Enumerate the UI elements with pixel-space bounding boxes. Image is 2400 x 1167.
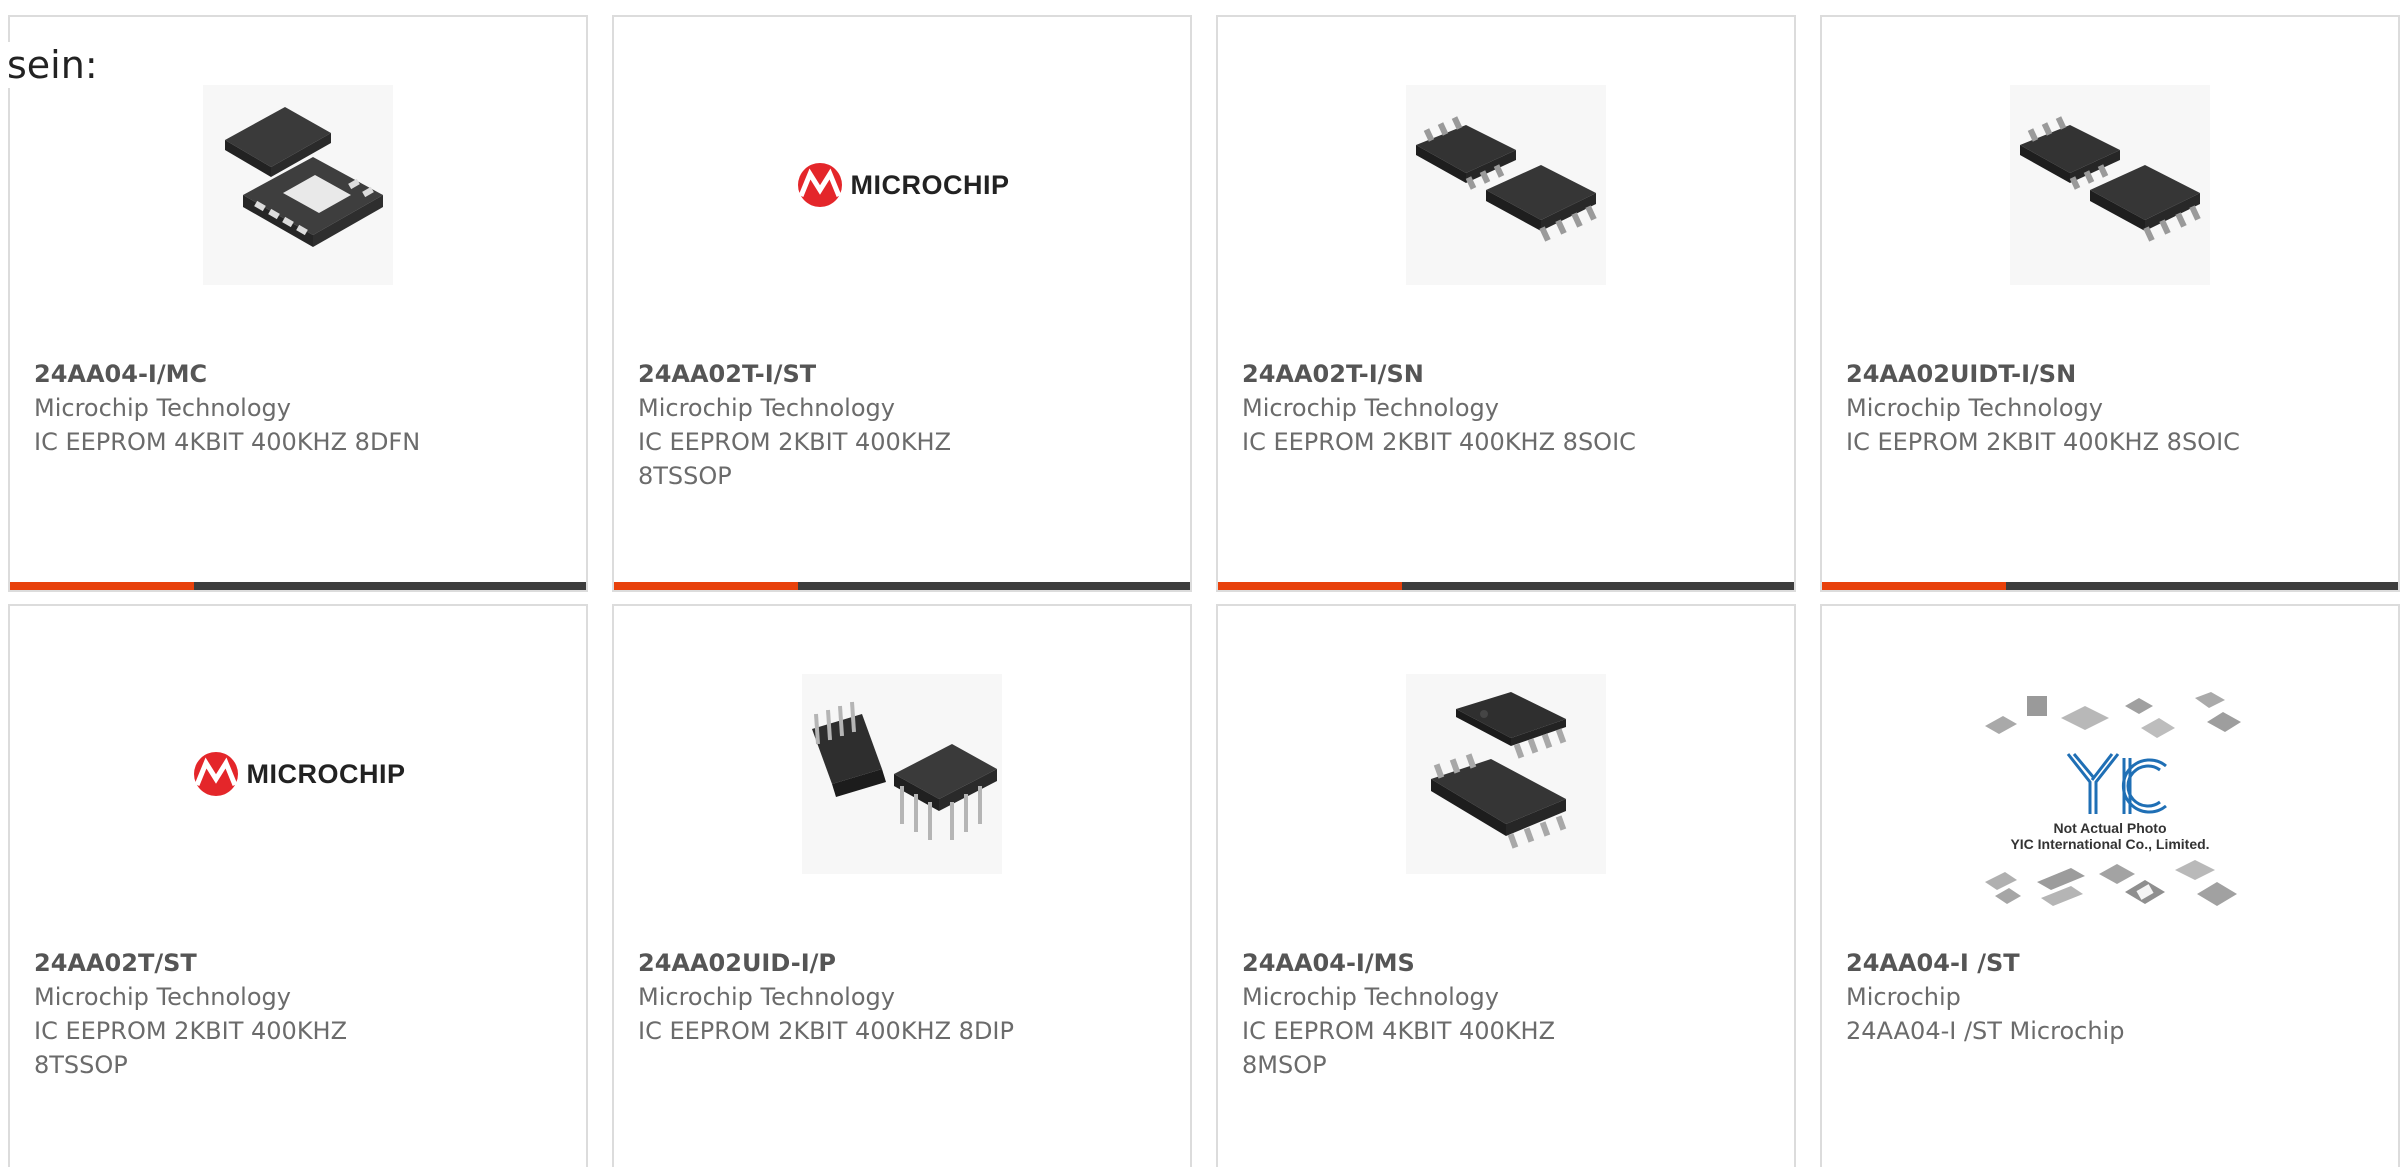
part-number-link[interactable]: 24AA02T/ST (34, 946, 454, 980)
product-image[interactable] (198, 85, 398, 285)
microchip-logo-text: MICROCHIP (850, 169, 1010, 200)
card-bottom-bar (10, 582, 586, 590)
product-description: IC EEPROM 4KBIT 400KHZ 8MSOP (1242, 1017, 1556, 1079)
microchip-logo: MICROCHIP (191, 751, 406, 797)
product-card[interactable]: Not Actual Photo YIC International Co., … (1820, 604, 2400, 1167)
soic-package-icon (2010, 85, 2210, 285)
part-number-link[interactable]: 24AA02T-I/ST (638, 357, 1058, 391)
product-image[interactable] (2010, 85, 2210, 285)
manufacturer-name: Microchip Technology (1846, 394, 2103, 422)
card-accent-bar (1218, 582, 1402, 590)
soic-package-icon (1406, 85, 1606, 285)
card-bottom-bar (614, 582, 1190, 590)
product-info: 24AA04-I/MS Microchip Technology IC EEPR… (1242, 946, 1662, 1082)
microchip-logo-text: MICROCHIP (246, 758, 406, 789)
part-number-link[interactable]: 24AA02UIDT-I/SN (1846, 357, 2266, 391)
manufacturer-name: Microchip Technology (1242, 394, 1499, 422)
product-info: 24AA04-I /ST Microchip 24AA04-I /ST Micr… (1846, 946, 2266, 1048)
card-accent-bar (10, 582, 194, 590)
placeholder-caption-line2: YIC International Co., Limited. (2010, 836, 2210, 852)
product-card[interactable]: 24AA02UIDT-I/SN Microchip Technology IC … (1820, 15, 2400, 592)
product-image[interactable] (1406, 85, 1606, 285)
part-number-link[interactable]: 24AA04-I /ST (1846, 946, 2266, 980)
part-number-link[interactable]: 24AA02UID-I/P (638, 946, 1058, 980)
manufacturer-name: Microchip Technology (34, 394, 291, 422)
microchip-logo: MICROCHIP (795, 162, 1010, 208)
product-description: IC EEPROM 2KBIT 400KHZ 8SOIC (1846, 428, 2240, 456)
component-grid-icon (1985, 860, 2237, 906)
product-description: IC EEPROM 4KBIT 400KHZ 8DFN (34, 428, 421, 456)
dip-package-icon (802, 674, 1002, 874)
component-grid-icon (1985, 692, 2241, 738)
product-image[interactable] (1406, 674, 1606, 874)
product-card[interactable]: MICROCHIP 24AA02T/ST Microchip Technolog… (8, 604, 588, 1167)
manufacturer-name: Microchip Technology (34, 983, 291, 1011)
product-info: 24AA02UIDT-I/SN Microchip Technology IC … (1846, 357, 2266, 459)
product-card[interactable]: 24AA04-I/MC Microchip Technology IC EEPR… (8, 15, 588, 592)
part-number-link[interactable]: 24AA04-I/MC (34, 357, 454, 391)
yic-logo-icon (2066, 753, 2167, 814)
product-info: 24AA02T-I/ST Microchip Technology IC EEP… (638, 357, 1058, 493)
product-info: 24AA04-I/MC Microchip Technology IC EEPR… (34, 357, 454, 459)
card-bottom-bar (1822, 582, 2398, 590)
msop-package-icon (1406, 674, 1606, 874)
manufacturer-name: Microchip (1846, 983, 1961, 1011)
dfn-package-icon (203, 85, 393, 285)
product-image[interactable]: MICROCHIP (792, 85, 1012, 285)
manufacturer-name: Microchip Technology (638, 983, 895, 1011)
manufacturer-name: Microchip Technology (1242, 983, 1499, 1011)
microchip-logo-icon (193, 752, 238, 796)
product-description: IC EEPROM 2KBIT 400KHZ 8TSSOP (638, 428, 952, 490)
product-image[interactable]: MICROCHIP (188, 674, 408, 874)
product-description: IC EEPROM 2KBIT 400KHZ 8TSSOP (34, 1017, 348, 1079)
yic-placeholder-image: Not Actual Photo YIC International Co., … (1975, 688, 2245, 912)
microchip-logo-icon (797, 163, 842, 207)
product-grid: 24AA04-I/MC Microchip Technology IC EEPR… (8, 15, 2400, 1167)
product-description: IC EEPROM 2KBIT 400KHZ 8DIP (638, 1017, 1014, 1045)
product-image[interactable]: Not Actual Photo YIC International Co., … (1975, 670, 2245, 930)
product-description: 24AA04-I /ST Microchip (1846, 1017, 2125, 1045)
part-number-link[interactable]: 24AA04-I/MS (1242, 946, 1662, 980)
product-card[interactable]: 24AA02T-I/SN Microchip Technology IC EEP… (1216, 15, 1796, 592)
part-number-link[interactable]: 24AA02T-I/SN (1242, 357, 1662, 391)
card-bottom-bar (1218, 582, 1794, 590)
product-description: IC EEPROM 2KBIT 400KHZ 8SOIC (1242, 428, 1636, 456)
product-card[interactable]: 24AA04-I/MS Microchip Technology IC EEPR… (1216, 604, 1796, 1167)
card-accent-bar (1822, 582, 2006, 590)
product-card[interactable]: 24AA02UID-I/P Microchip Technology IC EE… (612, 604, 1192, 1167)
manufacturer-name: Microchip Technology (638, 394, 895, 422)
product-card[interactable]: MICROCHIP 24AA02T-I/ST Microchip Technol… (612, 15, 1192, 592)
overlay-text-fragment: sein: (7, 42, 100, 88)
product-image[interactable] (802, 674, 1002, 874)
card-accent-bar (614, 582, 798, 590)
product-info: 24AA02T/ST Microchip Technology IC EEPRO… (34, 946, 454, 1082)
product-listing-page: 24AA04-I/MC Microchip Technology IC EEPR… (0, 0, 2400, 1167)
placeholder-caption-line1: Not Actual Photo (2053, 820, 2167, 836)
product-info: 24AA02T-I/SN Microchip Technology IC EEP… (1242, 357, 1662, 459)
product-info: 24AA02UID-I/P Microchip Technology IC EE… (638, 946, 1058, 1048)
